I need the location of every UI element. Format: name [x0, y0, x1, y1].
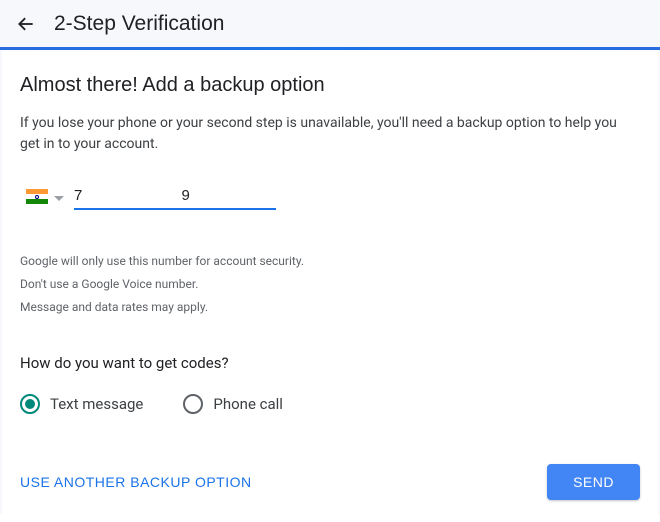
- use-another-backup-link[interactable]: Use another backup option: [20, 474, 252, 490]
- flag-india-icon: [26, 189, 48, 204]
- chevron-down-icon: [54, 187, 64, 206]
- page-title: 2-Step Verification: [54, 12, 224, 36]
- radio-text-message[interactable]: Text message: [20, 394, 143, 414]
- back-arrow-icon[interactable]: [14, 12, 38, 36]
- heading: Almost there! Add a backup option: [20, 74, 640, 97]
- country-selector[interactable]: [26, 187, 64, 210]
- footer-actions: Use another backup option Send: [20, 464, 640, 500]
- radio-group-code-delivery: Text message Phone call: [20, 394, 640, 414]
- radio-label: Phone call: [213, 395, 283, 413]
- page-header: 2-Step Verification: [0, 0, 660, 50]
- fineprint-line: Google will only use this number for acc…: [20, 250, 640, 273]
- radio-phone-call[interactable]: Phone call: [183, 394, 283, 414]
- phone-number-input[interactable]: [74, 183, 276, 210]
- send-button[interactable]: Send: [547, 464, 640, 500]
- fineprint-line: Don't use a Google Voice number.: [20, 273, 640, 296]
- description: If you lose your phone or your second st…: [20, 113, 620, 155]
- radio-icon: [20, 394, 40, 414]
- fineprint-line: Message and data rates may apply.: [20, 296, 640, 319]
- phone-input-row: [26, 183, 640, 210]
- fineprint: Google will only use this number for acc…: [20, 250, 640, 318]
- content-card: Almost there! Add a backup option If you…: [2, 50, 658, 522]
- radio-icon: [183, 394, 203, 414]
- code-delivery-question: How do you want to get codes?: [20, 354, 640, 372]
- radio-label: Text message: [50, 395, 143, 413]
